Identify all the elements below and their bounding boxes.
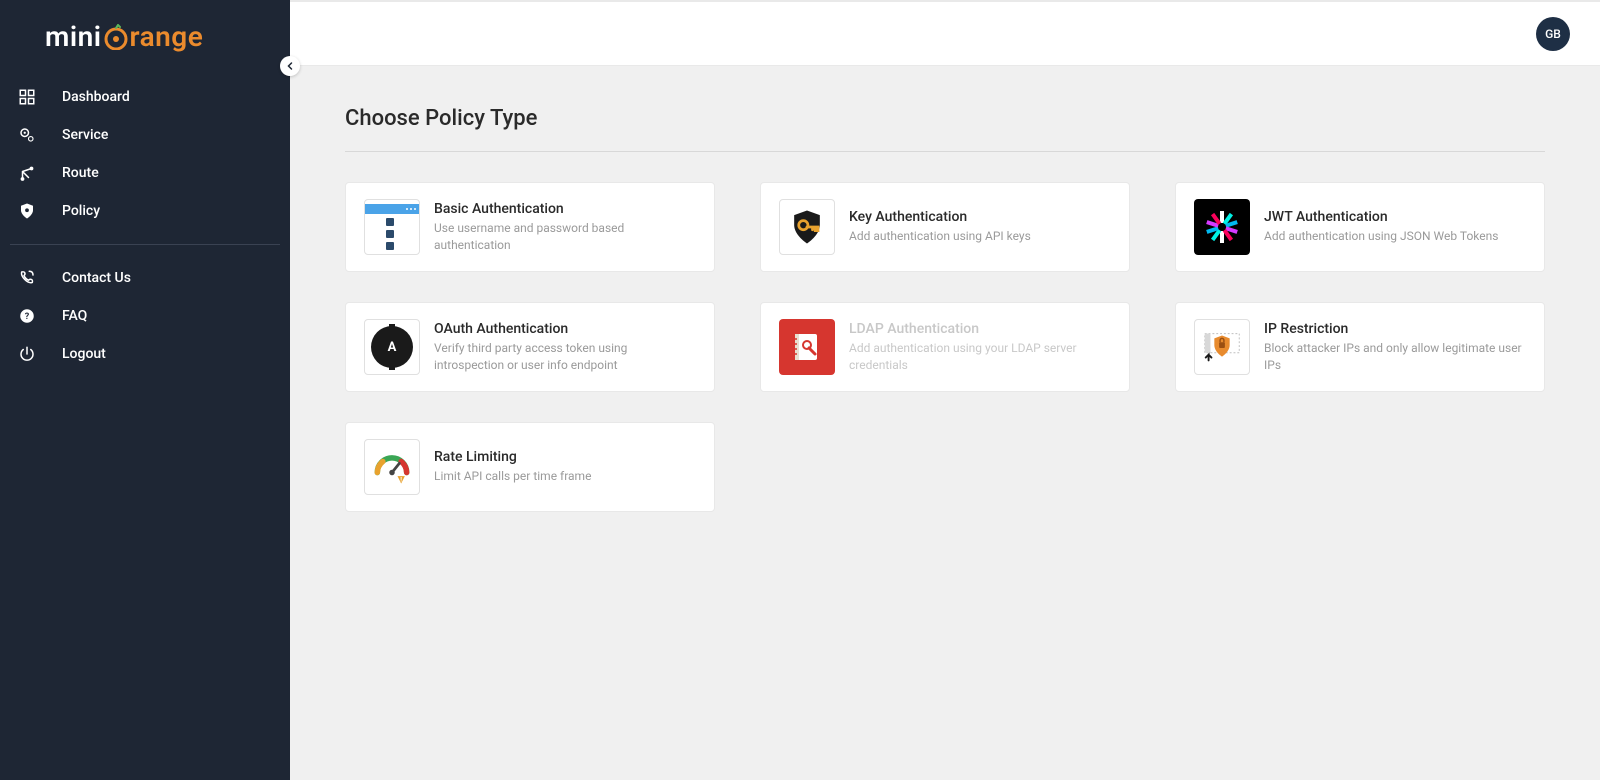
card-title: Basic Authentication xyxy=(434,201,696,217)
oauth-auth-icon: A xyxy=(364,319,420,375)
dashboard-icon xyxy=(18,88,36,106)
ip-restriction-icon xyxy=(1194,319,1250,375)
sidebar-item-service[interactable]: Service xyxy=(10,116,280,154)
content: Choose Policy Type Basic Authentication … xyxy=(290,66,1600,780)
help-icon: ? xyxy=(18,307,36,325)
chevron-left-icon xyxy=(284,60,296,72)
phone-icon xyxy=(18,269,36,287)
shield-icon xyxy=(18,202,36,220)
card-desc: Verify third party access token using in… xyxy=(434,340,696,374)
basic-auth-icon xyxy=(364,199,420,255)
secondary-nav: Contact Us ? FAQ Logout xyxy=(0,259,290,373)
card-desc: Add authentication using API keys xyxy=(849,228,1111,245)
card-desc: Add authentication using JSON Web Tokens xyxy=(1264,228,1526,245)
sidebar-collapse-button[interactable] xyxy=(280,56,300,76)
card-title: OAuth Authentication xyxy=(434,321,696,337)
rate-limiting-icon: ! xyxy=(364,439,420,495)
card-title: Rate Limiting xyxy=(434,449,696,465)
logo-orange-icon xyxy=(103,24,129,50)
policy-card-ldap-auth[interactable]: LDAP Authentication Add authentication u… xyxy=(760,302,1130,392)
svg-text:!: ! xyxy=(400,476,402,484)
sidebar-item-label: Logout xyxy=(62,346,106,362)
brand-logo[interactable]: mini range xyxy=(0,0,290,78)
sidebar-item-label: FAQ xyxy=(62,308,87,324)
route-icon xyxy=(18,164,36,182)
card-desc: Block attacker IPs and only allow legiti… xyxy=(1264,340,1526,374)
key-auth-icon xyxy=(779,199,835,255)
primary-nav: Dashboard Service Route Policy xyxy=(0,78,290,230)
card-title: LDAP Authentication xyxy=(849,321,1111,337)
avatar-initials: GB xyxy=(1545,27,1561,41)
nav-divider xyxy=(10,244,280,245)
card-desc: Limit API calls per time frame xyxy=(434,468,696,485)
card-desc: Use username and password based authenti… xyxy=(434,220,696,254)
brand-logo-text: mini range xyxy=(45,20,203,53)
main-area: GB Choose Policy Type Basic Authenticati… xyxy=(290,0,1600,780)
gear-icon xyxy=(18,126,36,144)
sidebar-item-policy[interactable]: Policy xyxy=(10,192,280,230)
card-title: IP Restriction xyxy=(1264,321,1526,337)
sidebar-item-label: Dashboard xyxy=(62,89,130,105)
policy-card-key-auth[interactable]: Key Authentication Add authentication us… xyxy=(760,182,1130,272)
policy-card-oauth-auth[interactable]: A OAuth Authentication Verify third part… xyxy=(345,302,715,392)
jwt-auth-icon xyxy=(1194,199,1250,255)
ldap-auth-icon xyxy=(779,319,835,375)
sidebar-item-route[interactable]: Route xyxy=(10,154,280,192)
policy-card-ip-restriction[interactable]: IP Restriction Block attacker IPs and on… xyxy=(1175,302,1545,392)
policy-card-jwt-auth[interactable]: JWT Authentication Add authentication us… xyxy=(1175,182,1545,272)
sidebar-item-dashboard[interactable]: Dashboard xyxy=(10,78,280,116)
topbar: GB xyxy=(290,0,1600,66)
svg-text:?: ? xyxy=(25,312,30,322)
logout-icon xyxy=(18,345,36,363)
sidebar-item-label: Service xyxy=(62,127,108,143)
sidebar-item-label: Policy xyxy=(62,203,100,219)
page-title: Choose Policy Type xyxy=(345,106,1545,152)
card-title: JWT Authentication xyxy=(1264,209,1526,225)
sidebar: mini range Dashboard Service Route xyxy=(0,0,290,780)
user-avatar[interactable]: GB xyxy=(1536,17,1570,51)
card-desc: Add authentication using your LDAP serve… xyxy=(849,340,1111,374)
policy-grid: Basic Authentication Use username and pa… xyxy=(345,182,1545,512)
policy-card-basic-auth[interactable]: Basic Authentication Use username and pa… xyxy=(345,182,715,272)
sidebar-item-contact[interactable]: Contact Us xyxy=(10,259,280,297)
sidebar-item-logout[interactable]: Logout xyxy=(10,335,280,373)
sidebar-item-label: Route xyxy=(62,165,99,181)
sidebar-item-faq[interactable]: ? FAQ xyxy=(10,297,280,335)
policy-card-rate-limiting[interactable]: ! Rate Limiting Limit API calls per time… xyxy=(345,422,715,512)
sidebar-item-label: Contact Us xyxy=(62,270,131,286)
card-title: Key Authentication xyxy=(849,209,1111,225)
